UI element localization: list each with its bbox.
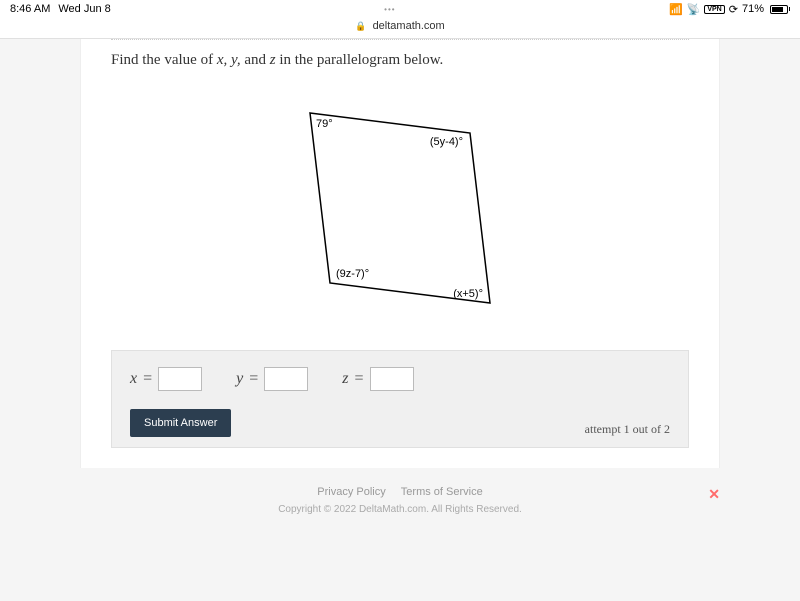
status-time: 8:46 AM [10,3,50,15]
multitask-dots[interactable]: ••• [384,5,395,14]
terms-link[interactable]: Terms of Service [401,486,483,498]
x-input[interactable] [158,367,202,391]
angle-top-right: (5y-4)° [430,136,463,148]
privacy-link[interactable]: Privacy Policy [317,486,385,498]
angle-bottom-left: (9z-7)° [336,268,369,280]
problem-card: Find the value of x, y, and z in the par… [80,39,720,468]
ipad-status-bar: 8:46 AM Wed Jun 8 ••• 📶 📡 VPN ⟳ 71% [0,0,800,18]
orientation-lock-icon: ⟳ [729,3,738,16]
vpn-badge: VPN [704,5,724,14]
url-text: deltamath.com [373,20,445,32]
copyright-text: Copyright © 2022 DeltaMath.com. All Righ… [40,504,760,515]
angle-bottom-right: (x+5)° [453,288,483,300]
z-input[interactable] [370,367,414,391]
question-prompt: Find the value of x, y, and z in the par… [111,52,689,69]
attempt-counter: attempt 1 out of 2 [585,422,670,437]
browser-url[interactable]: deltamath.com [0,18,800,39]
battery-icon [768,5,790,14]
answer-panel: x = y = z = Submit Answer attempt 1 out … [111,350,689,448]
z-field: z = [342,367,413,391]
signal-icon: 📶 [669,3,683,16]
y-input[interactable] [264,367,308,391]
angle-top-left: 79° [316,118,333,130]
x-field: x = [130,367,202,391]
battery-percent: 71% [742,3,764,15]
y-field: y = [236,367,308,391]
submit-button[interactable]: Submit Answer [130,409,231,437]
dotted-divider [111,39,689,40]
close-icon[interactable]: ✕ [708,486,720,503]
status-date: Wed Jun 8 [58,3,110,15]
page-footer: Privacy Policy Terms of Service ✕ Copyri… [40,468,760,519]
parallelogram-figure: 79° (5y-4)° (9z-7)° (x+5)° [111,87,689,342]
wifi-icon: 📡 [687,3,701,16]
